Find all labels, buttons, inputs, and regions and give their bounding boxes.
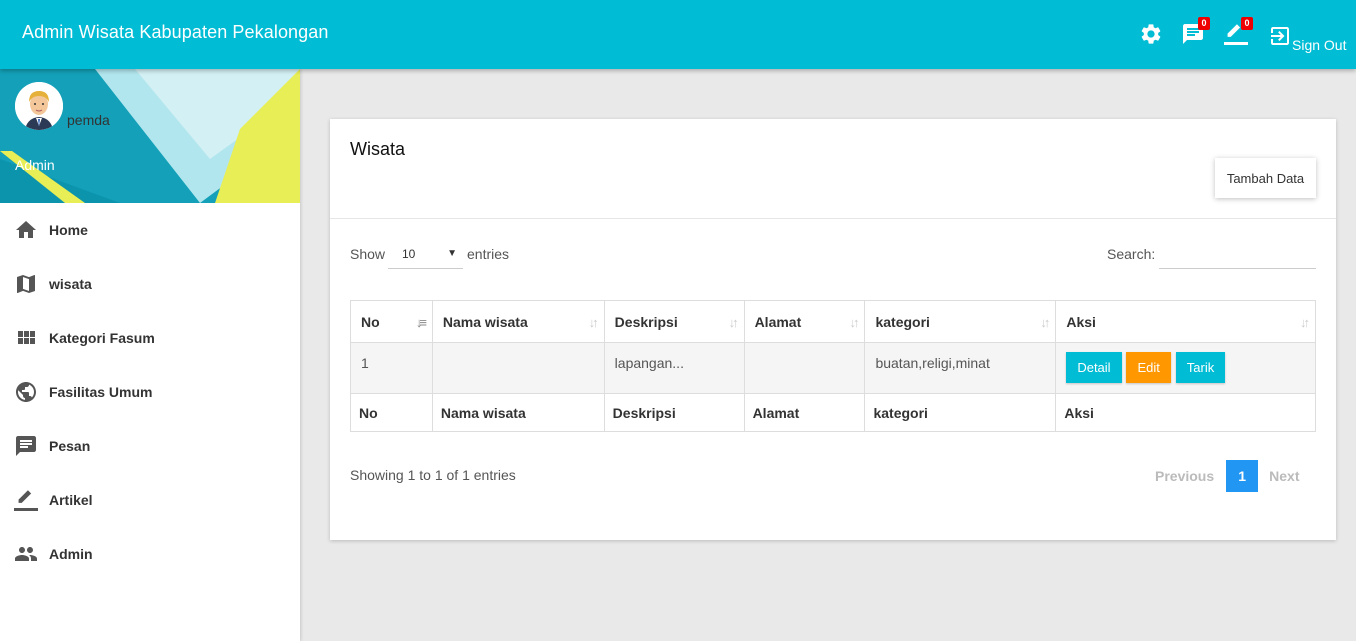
sort-icon: ↓↑ [728, 315, 739, 330]
col-header-aksi[interactable]: Aksi ↓↑ [1055, 300, 1316, 343]
sidebar-item-pesan[interactable]: Pesan [0, 419, 300, 473]
cell-alamat [743, 342, 866, 394]
detail-button[interactable]: Detail [1066, 352, 1122, 383]
sidebar-item-fasilitas-umum[interactable]: Fasilitas Umum [0, 365, 300, 419]
footer-alamat: Alamat [743, 393, 866, 432]
footer-deskripsi: Deskripsi [603, 393, 745, 432]
globe-icon [16, 382, 36, 402]
sidebar-item-home[interactable]: Home [0, 203, 300, 257]
user-name: pemda [67, 112, 110, 128]
wisata-card: Wisata Tambah Data Show 10 ▼ entries Sea… [330, 119, 1336, 540]
chevron-down-icon: ▼ [447, 248, 457, 259]
message-icon [16, 436, 36, 456]
sort-icon: ↓↑ [1040, 315, 1050, 330]
add-data-button[interactable]: Tambah Data [1215, 158, 1316, 198]
cell-aksi: Detail Edit Tarik [1055, 342, 1316, 394]
sidebar-item-label: Home [49, 222, 88, 238]
app-title[interactable]: Admin Wisata Kabupaten Pekalongan [22, 22, 329, 43]
sidebar-item-label: Fasilitas Umum [49, 384, 153, 400]
edit-button[interactable]: Edit [1126, 352, 1171, 383]
card-header: Wisata Tambah Data [330, 119, 1336, 219]
map-icon [17, 275, 35, 293]
page-title: Wisata [350, 139, 406, 159]
grid-icon [18, 331, 35, 344]
sort-icon: ↓↑ [588, 315, 599, 330]
people-icon [15, 547, 37, 561]
table-header-row: No ↓≡ Nama wisata ↓↑ Deskripsi ↓↑ Alamat ↓↑ … [350, 300, 1316, 343]
col-header-nama-wisata[interactable]: Nama wisata ↓↑ [431, 300, 605, 343]
exit-icon [1271, 27, 1289, 45]
messages-badge: 0 [1198, 17, 1210, 30]
search-label: Search: [1107, 246, 1156, 262]
sidebar-item-admin[interactable]: Admin [0, 527, 300, 581]
footer-nama-wisata: Nama wisata [431, 393, 605, 432]
col-header-deskripsi[interactable]: Deskripsi ↓↑ [603, 300, 745, 343]
pagination: Previous 1 Next [1155, 460, 1300, 492]
sidebar-menu: Home wisata Kategori Fasum Fasilitas Umu… [0, 203, 300, 581]
settings-gear-icon[interactable] [1139, 22, 1165, 48]
page-size-value: 10 [402, 247, 416, 261]
cell-deskripsi: lapangan... [603, 342, 745, 394]
table-row: 1 lapangan... buatan,religi,minat Detail… [350, 342, 1316, 394]
user-role: Admin [15, 157, 55, 173]
sidebar-item-label: Artikel [49, 492, 93, 508]
cell-kategori: buatan,religi,minat [864, 342, 1057, 394]
sidebar-item-kategori-fasum[interactable]: Kategori Fasum [0, 311, 300, 365]
user-avatar [15, 82, 63, 130]
articles-edit-icon[interactable]: 0 [1224, 17, 1253, 48]
sidebar-item-label: Kategori Fasum [49, 330, 155, 346]
page-1-button[interactable]: 1 [1226, 460, 1259, 492]
sort-asc-icon: ↓≡ [415, 315, 427, 330]
tarik-button[interactable]: Tarik [1175, 352, 1226, 383]
sidebar: pemda Admin Home wisata Kategori Fasum F… [0, 69, 300, 641]
top-navbar: Admin Wisata Kabupaten Pekalongan 0 0 Si… [0, 0, 1356, 69]
sign-out-button[interactable]: Sign Out [1268, 24, 1346, 52]
search-input[interactable] [1159, 241, 1316, 269]
sidebar-item-wisata[interactable]: wisata [0, 257, 300, 311]
sign-out-label: Sign Out [1292, 37, 1347, 53]
cell-no: 1 [350, 342, 433, 394]
sort-icon: ↓↑ [1300, 315, 1310, 330]
footer-aksi: Aksi [1055, 393, 1316, 432]
home-icon [16, 221, 36, 238]
cell-nama-wisata [431, 342, 605, 394]
wisata-table: No ↓≡ Nama wisata ↓↑ Deskripsi ↓↑ Alamat ↓↑ … [350, 300, 1316, 432]
footer-no: No [350, 393, 433, 432]
sort-icon: ↓↑ [849, 315, 859, 330]
next-page-button[interactable]: Next [1269, 468, 1299, 484]
sidebar-item-label: wisata [49, 276, 92, 292]
previous-page-button[interactable]: Previous [1155, 468, 1214, 484]
col-header-no[interactable]: No ↓≡ [350, 300, 433, 343]
col-header-alamat[interactable]: Alamat ↓↑ [743, 300, 866, 343]
sidebar-item-artikel[interactable]: Artikel [0, 473, 300, 527]
page-size-select[interactable]: 10 ▼ [388, 241, 463, 269]
col-header-kategori[interactable]: kategori ↓↑ [864, 300, 1057, 343]
show-label: Show [350, 246, 386, 262]
table-info: Showing 1 to 1 of 1 entries [350, 467, 516, 483]
edit-icon [14, 490, 38, 511]
footer-kategori: kategori [864, 393, 1057, 432]
table-footer-row: No Nama wisata Deskripsi Alamat kategori… [350, 393, 1316, 432]
messages-icon[interactable]: 0 [1181, 17, 1210, 48]
sidebar-item-label: Admin [49, 546, 93, 562]
entries-label: entries [467, 246, 510, 262]
user-panel: pemda Admin [0, 69, 300, 203]
sidebar-item-label: Pesan [49, 438, 91, 454]
table-controls: Show 10 ▼ entries Search: [350, 241, 1316, 269]
articles-badge: 0 [1241, 17, 1253, 30]
